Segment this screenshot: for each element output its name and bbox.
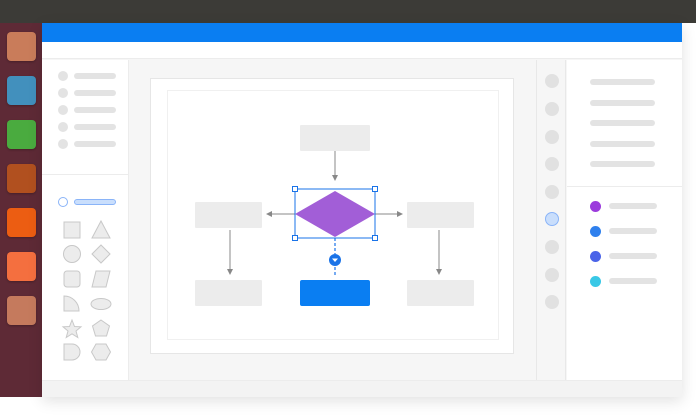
sidebar-item-label[interactable] — [74, 73, 116, 79]
sidebar-item-dot[interactable] — [58, 122, 68, 132]
app-toolbar — [42, 42, 682, 59]
sidebar-item-label[interactable] — [74, 124, 116, 130]
dock-app-6[interactable] — [7, 252, 36, 281]
color-swatch-blue[interactable] — [590, 226, 601, 237]
canvas-frame — [150, 78, 514, 354]
shape-library — [61, 219, 112, 361]
rail-button[interactable] — [545, 240, 559, 254]
app-dock — [0, 23, 42, 397]
panel-divider — [567, 186, 682, 187]
resize-handle-bottom-right[interactable] — [372, 235, 378, 241]
sidebar-item-label[interactable] — [74, 141, 116, 147]
rail-button[interactable] — [545, 157, 559, 171]
swatch-label — [609, 228, 657, 234]
color-swatch-cyan[interactable] — [590, 276, 601, 287]
decision-diamond[interactable] — [295, 191, 375, 237]
sidebar-item-dot[interactable] — [58, 88, 68, 98]
dock-app-4[interactable] — [7, 164, 36, 193]
sidebar-item-label[interactable] — [74, 107, 116, 113]
color-swatch-purple[interactable] — [590, 201, 601, 212]
sidebar-item-label[interactable] — [74, 90, 116, 96]
os-top-bar — [0, 0, 696, 23]
rail-button[interactable] — [545, 102, 559, 116]
triangle-icon[interactable] — [91, 219, 111, 239]
rail-button[interactable] — [545, 185, 559, 199]
dock-app-5[interactable] — [7, 208, 36, 237]
rail-button-active[interactable] — [545, 212, 559, 226]
pentagon-icon[interactable] — [91, 319, 111, 337]
app-window — [42, 23, 682, 397]
sidebar-item-dot[interactable] — [58, 139, 68, 149]
diamond-icon[interactable] — [91, 244, 111, 264]
dock-app-2[interactable] — [7, 76, 36, 105]
square-icon[interactable] — [63, 221, 81, 239]
resize-handle-top-right[interactable] — [372, 186, 378, 192]
chevron-down-icon[interactable] — [329, 254, 341, 266]
sidebar-selected-dot[interactable] — [58, 197, 68, 207]
sidebar-selected-label[interactable] — [74, 199, 116, 205]
property-row[interactable] — [590, 100, 655, 106]
rail-button[interactable] — [545, 130, 559, 144]
diagram-page[interactable] — [167, 90, 499, 340]
rounded-rect-icon[interactable] — [63, 270, 81, 288]
hexagon-icon[interactable] — [90, 343, 112, 361]
swatch-label — [609, 203, 657, 209]
app-header-bar — [42, 23, 682, 42]
property-row[interactable] — [590, 79, 655, 85]
rail-button[interactable] — [545, 295, 559, 309]
swatch-label — [609, 278, 657, 284]
rail-button[interactable] — [545, 74, 559, 88]
star-icon[interactable] — [61, 318, 83, 339]
swatch-label — [609, 253, 657, 259]
sidebar-item-dot[interactable] — [58, 71, 68, 81]
property-row[interactable] — [590, 120, 655, 126]
sidebar-item-dot[interactable] — [58, 105, 68, 115]
shape-sidebar — [42, 60, 129, 380]
sidebar-divider — [42, 174, 129, 175]
ellipse-icon[interactable] — [90, 298, 112, 310]
properties-panel — [567, 60, 682, 380]
tool-rail — [536, 60, 566, 380]
color-swatch-indigo[interactable] — [590, 251, 601, 262]
property-row[interactable] — [590, 141, 655, 147]
resize-handle-top-left[interactable] — [292, 186, 298, 192]
dock-app-3[interactable] — [7, 120, 36, 149]
dock-app-1[interactable] — [7, 32, 36, 61]
quarter-circle-icon[interactable] — [63, 295, 80, 312]
property-row[interactable] — [590, 161, 655, 167]
dock-app-7[interactable] — [7, 296, 36, 325]
delay-shape-icon[interactable] — [63, 343, 81, 361]
rail-button[interactable] — [545, 268, 559, 282]
circle-icon[interactable] — [63, 245, 81, 263]
status-bar — [42, 380, 682, 397]
parallelogram-icon[interactable] — [91, 270, 111, 288]
diagram-connectors — [227, 151, 442, 277]
resize-handle-bottom-left[interactable] — [292, 235, 298, 241]
